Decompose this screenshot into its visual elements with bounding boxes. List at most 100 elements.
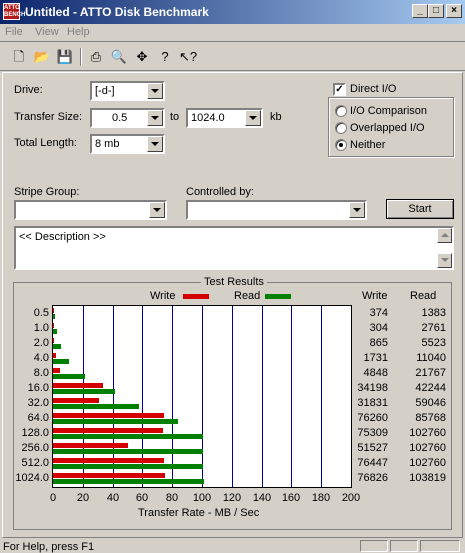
scroll-down-icon[interactable]	[437, 253, 452, 268]
transfer-size-from-select[interactable]: 0.5	[90, 108, 165, 128]
chevron-down-icon[interactable]	[147, 110, 163, 126]
new-icon[interactable]: 🗋	[8, 46, 30, 68]
transfer-unit-label: kb	[270, 111, 282, 123]
context-help-icon[interactable]: ↖?	[177, 46, 199, 68]
overlapped-io-label[interactable]: Overlapped I/O	[350, 122, 425, 134]
total-length-value: 8 mb	[95, 138, 120, 150]
description-field[interactable]: << Description >>	[14, 226, 454, 270]
total-length-select[interactable]: 8 mb	[90, 134, 165, 154]
overlapped-io-radio[interactable]	[335, 122, 347, 134]
status-bar: For Help, press F1	[0, 538, 465, 553]
direct-io-checkbox[interactable]: ✓	[333, 83, 346, 96]
legend-write-label: Write	[150, 290, 176, 302]
read-bar	[53, 389, 115, 394]
app-icon[interactable]: ATTO BENCH	[3, 3, 25, 20]
read-bar	[53, 374, 85, 379]
print-preview-icon[interactable]: 🔍	[108, 46, 130, 68]
stripe-group-select[interactable]	[14, 200, 167, 220]
neither-radio[interactable]	[335, 139, 347, 151]
read-bar	[53, 449, 203, 454]
transfer-from-value: 0.5	[112, 112, 128, 124]
write-bar	[53, 368, 60, 373]
total-length-label: Total Length:	[14, 137, 77, 149]
status-pane	[420, 540, 460, 552]
write-bar	[53, 443, 128, 448]
grid-line	[202, 306, 203, 487]
start-button[interactable]: Start	[386, 199, 454, 219]
grid-line	[321, 306, 322, 487]
read-column-header: Read	[410, 290, 437, 302]
menu-help[interactable]: Help	[67, 26, 90, 38]
write-bar	[53, 338, 54, 343]
transfer-to-label: to	[170, 111, 180, 123]
transfer-size-label: Transfer Size:	[14, 111, 83, 123]
read-bar	[53, 329, 57, 334]
help-icon[interactable]: ?	[154, 46, 176, 68]
x-axis-label: Transfer Rate - MB / Sec	[138, 507, 260, 519]
read-bar	[53, 434, 203, 439]
read-bar	[53, 359, 69, 364]
chevron-down-icon[interactable]	[147, 136, 163, 152]
test-results-title: Test Results	[201, 276, 267, 288]
scroll-up-icon[interactable]	[437, 228, 452, 243]
toolbar: 🗋 📂 💾 ⎙ 🔍 ✥ ? ↖?	[0, 43, 465, 71]
read-bar	[53, 344, 61, 349]
start-label: Start	[408, 203, 432, 215]
transfer-to-value: 1024.0	[191, 112, 225, 124]
drive-select[interactable]: [-d-]	[90, 81, 165, 101]
write-bar	[53, 398, 99, 403]
window-title: Untitled - ATTO Disk Benchmark	[25, 5, 209, 19]
legend-read-swatch	[265, 294, 291, 299]
minimize-button[interactable]: _	[412, 4, 428, 18]
close-button[interactable]: ×	[446, 4, 462, 18]
menu-bar: File View Help	[0, 24, 465, 42]
menu-file[interactable]: File	[5, 26, 23, 38]
io-comparison-label[interactable]: I/O Comparison	[350, 105, 427, 117]
write-bar	[53, 308, 54, 313]
read-bar	[53, 479, 204, 484]
io-comparison-radio[interactable]	[335, 105, 347, 117]
grid-line	[232, 306, 233, 487]
drive-value: [-d-]	[95, 85, 115, 97]
results-chart	[52, 305, 352, 488]
write-bar	[53, 323, 54, 328]
read-bar	[53, 419, 178, 424]
print-icon[interactable]: ⎙	[85, 46, 107, 68]
open-icon[interactable]: 📂	[31, 46, 53, 68]
legend-write-swatch	[183, 294, 209, 299]
grid-line	[291, 306, 292, 487]
toolbar-separator	[80, 48, 82, 66]
grid-line	[262, 306, 263, 487]
status-text: For Help, press F1	[3, 541, 95, 553]
chevron-down-icon[interactable]	[245, 110, 261, 126]
direct-io-label[interactable]: Direct I/O	[350, 83, 396, 95]
legend-read-label: Read	[234, 290, 261, 302]
menu-view[interactable]: View	[35, 26, 59, 38]
chevron-down-icon[interactable]	[147, 83, 163, 99]
write-bar	[53, 353, 56, 358]
maximize-button[interactable]: □	[428, 4, 444, 18]
description-text: << Description >>	[19, 231, 106, 243]
move-icon[interactable]: ✥	[131, 46, 153, 68]
status-pane	[390, 540, 418, 552]
save-icon[interactable]: 💾	[54, 46, 76, 68]
chevron-down-icon[interactable]	[349, 202, 365, 218]
write-bar	[53, 473, 165, 478]
write-bar	[53, 428, 163, 433]
read-bar	[53, 404, 139, 409]
title-bar[interactable]: ATTO BENCH Untitled - ATTO Disk Benchmar…	[0, 0, 465, 24]
controlled-by-select[interactable]	[186, 200, 367, 220]
stripe-group-label: Stripe Group:	[14, 186, 80, 198]
read-bar	[53, 314, 55, 319]
grid-line	[172, 306, 173, 487]
chevron-down-icon[interactable]	[149, 202, 165, 218]
transfer-size-to-select[interactable]: 1024.0	[186, 108, 263, 128]
drive-label: Drive:	[14, 84, 43, 96]
read-bar	[53, 464, 203, 469]
controlled-by-label: Controlled by:	[186, 186, 254, 198]
write-bar	[53, 413, 164, 418]
write-bar	[53, 458, 164, 463]
write-column-header: Write	[362, 290, 388, 302]
write-bar	[53, 383, 103, 388]
neither-label[interactable]: Neither	[350, 139, 385, 151]
